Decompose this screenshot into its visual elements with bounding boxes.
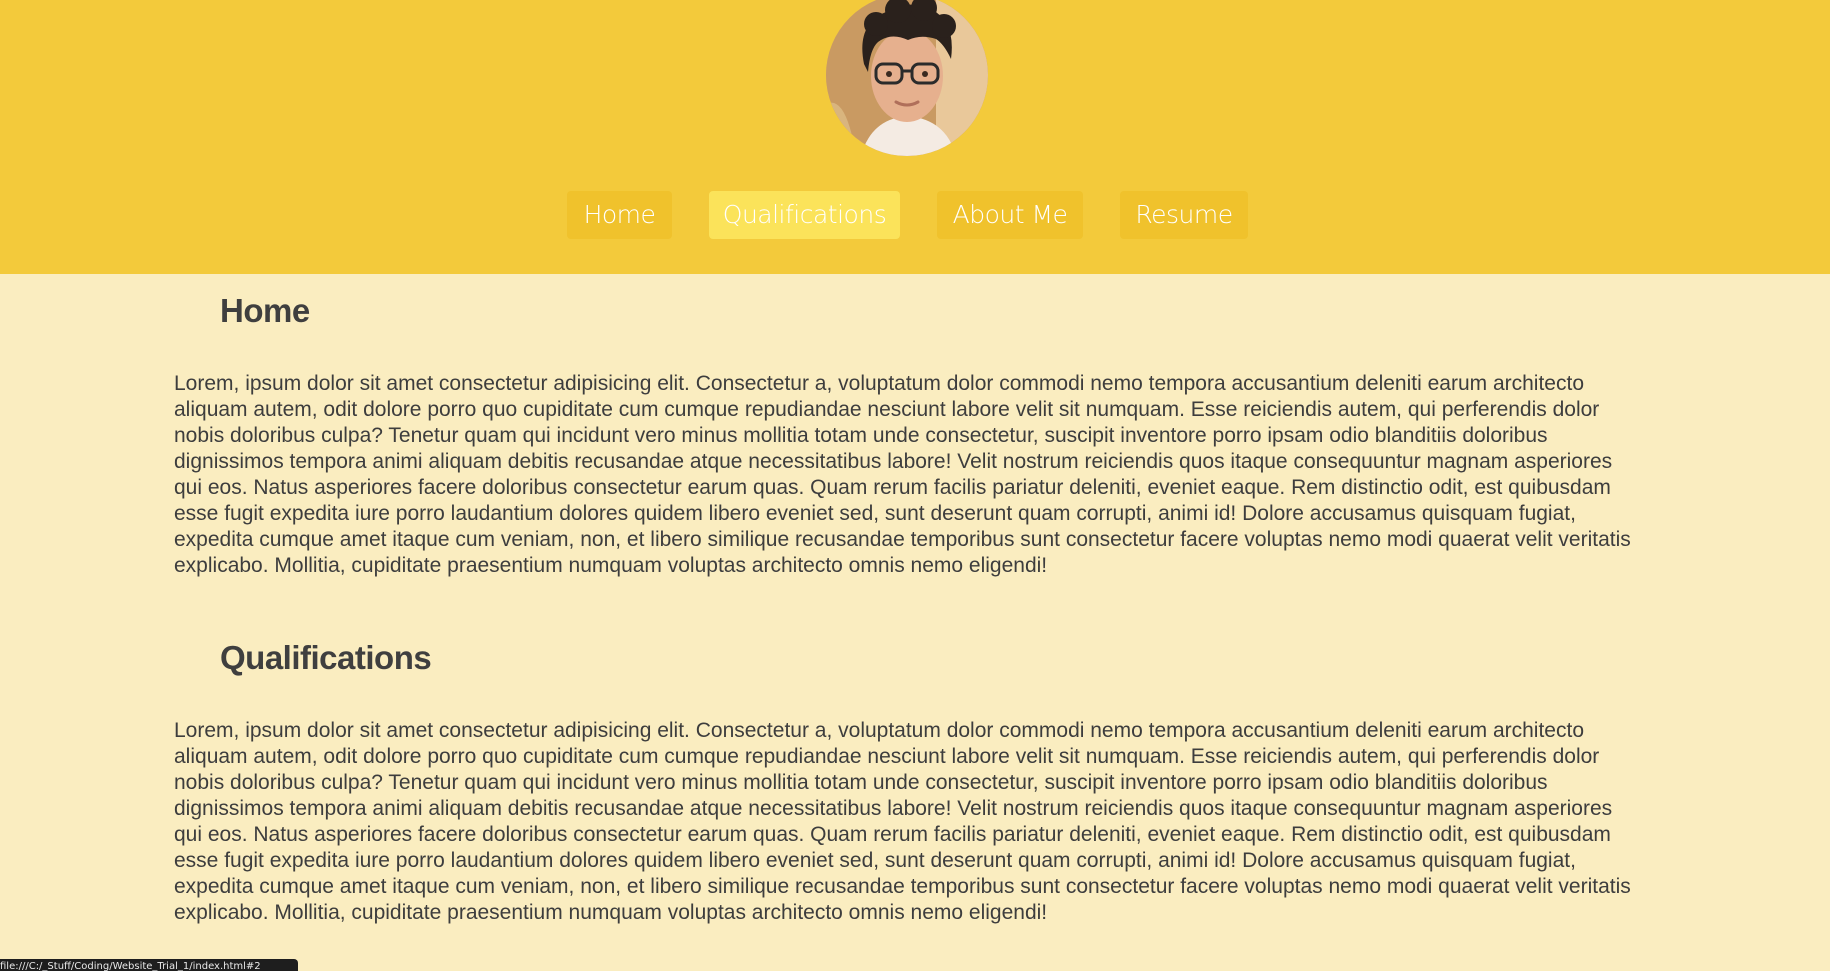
- qualifications-section-title: Qualifications: [220, 639, 432, 676]
- nav-qualifications-button[interactable]: Qualifications: [709, 191, 900, 239]
- avatar: [826, 0, 988, 156]
- main-nav: Home Qualifications About Me Resume: [0, 191, 1830, 239]
- qualifications-section-text: Lorem, ipsum dolor sit amet consectetur …: [174, 719, 1631, 924]
- nav-home-button[interactable]: Home: [567, 191, 672, 239]
- nav-resume-button[interactable]: Resume: [1120, 191, 1248, 239]
- main-content: Home Lorem, ipsum dolor sit amet consect…: [0, 274, 1830, 968]
- profile-photo-icon: [826, 0, 988, 156]
- nav-about-me-button[interactable]: About Me: [937, 191, 1083, 239]
- site-header: Home Qualifications About Me Resume: [0, 0, 1830, 274]
- home-section-text: Lorem, ipsum dolor sit amet consectetur …: [174, 372, 1631, 577]
- link-status-bar: file:///C:/_Stuff/Coding/Website_Trial_1…: [0, 959, 298, 971]
- home-section-title: Home: [220, 292, 310, 329]
